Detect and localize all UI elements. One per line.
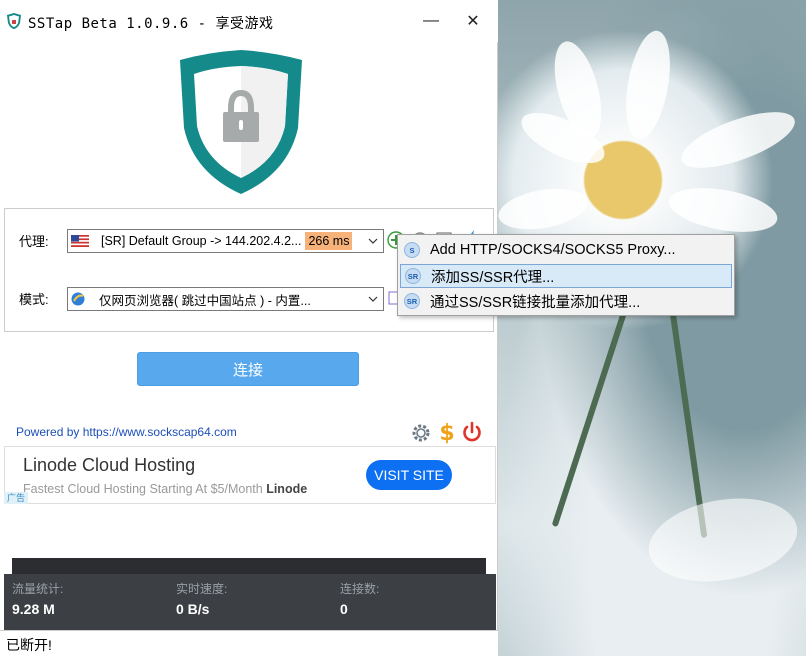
chevron-down-icon (368, 296, 378, 302)
proxy-s-icon: S (404, 242, 420, 258)
chevron-down-icon (368, 238, 378, 244)
powered-by-link[interactable]: Powered by https://www.sockscap64.com (16, 425, 237, 439)
title-bar[interactable]: SSTap Beta 1.0.9.6 - 享受游戏 — ✕ (0, 0, 498, 42)
menu-item-add-http-proxy[interactable]: S Add HTTP/SOCKS4/SOCKS5 Proxy... (400, 238, 732, 262)
shield-lock-logo (180, 50, 302, 194)
minimize-button[interactable]: — (408, 0, 454, 42)
mode-select[interactable]: 仅网页浏览器( 跳过中国站点 ) - 内置... (67, 287, 384, 311)
traffic-label: 流量统计: (12, 582, 64, 596)
ad-title: Linode Cloud Hosting (23, 455, 196, 475)
shield-app-icon (7, 13, 21, 29)
speed-label: 实时速度: (176, 582, 228, 596)
desktop-wallpaper (498, 0, 806, 656)
visit-site-button[interactable]: VISIT SITE (366, 460, 452, 490)
proxy-select[interactable]: [SR] Default Group -> 144.202.4.2... 266… (67, 229, 384, 253)
menu-item-batch-add-ssr[interactable]: SR 通过SS/SSR链接批量添加代理... (400, 289, 732, 313)
menu-item-label: 添加SS/SSR代理... (431, 269, 555, 286)
speed-value: 0 B/s (176, 601, 210, 617)
sstap-window: SSTap Beta 1.0.9.6 - 享受游戏 — ✕ 代理: [SR] D… (0, 0, 498, 656)
progress-strip (12, 558, 486, 574)
us-flag-icon (71, 235, 89, 247)
mode-label: 模式: (19, 292, 49, 307)
ssr-icon: SR (404, 293, 420, 309)
proxy-label: 代理: (19, 234, 49, 249)
ad-banner[interactable]: Linode Cloud Hosting Fastest Cloud Hosti… (4, 446, 496, 504)
add-proxy-context-menu: S Add HTTP/SOCKS4/SOCKS5 Proxy... SR 添加S… (397, 234, 735, 316)
ad-subtitle: Fastest Cloud Hosting Starting At $5/Mon… (23, 482, 307, 496)
connections-stat: 连接数: 0 (340, 580, 379, 617)
latency-badge: 266 ms (305, 232, 353, 250)
browser-globe-icon (71, 292, 85, 306)
close-button[interactable]: ✕ (450, 0, 496, 42)
window-title: SSTap Beta 1.0.9.6 - 享受游戏 (28, 16, 274, 32)
gear-icon[interactable] (410, 422, 432, 444)
dollar-icon[interactable]: $ (436, 420, 458, 444)
speed-stat: 实时速度: 0 B/s (176, 580, 227, 617)
connections-value: 0 (340, 601, 348, 617)
mode-selected-text: 仅网页浏览器( 跳过中国站点 ) - 内置... (99, 293, 311, 308)
status-bar: 已断开! (0, 630, 498, 656)
power-icon[interactable] (461, 421, 483, 443)
ssr-icon: SR (405, 268, 421, 284)
connect-button[interactable]: 连接 (137, 352, 359, 386)
proxy-selected-text: [SR] Default Group -> 144.202.4.2... (101, 234, 302, 248)
ad-brand: Linode (266, 482, 308, 496)
stats-panel: 流量统计: 9.28 M 实时速度: 0 B/s 连接数: 0 (4, 574, 496, 630)
menu-item-add-ssr-proxy[interactable]: SR 添加SS/SSR代理... (400, 264, 732, 288)
menu-item-label: Add HTTP/SOCKS4/SOCKS5 Proxy... (430, 242, 676, 258)
traffic-stat: 流量统计: 9.28 M (12, 580, 63, 617)
ad-tag: 广告 (4, 492, 28, 504)
ad-subtitle-text: Fastest Cloud Hosting Starting At $5/Mon… (23, 482, 263, 496)
menu-item-label: 通过SS/SSR链接批量添加代理... (430, 294, 641, 311)
status-text: 已断开! (6, 637, 52, 653)
svg-text:$: $ (439, 421, 454, 444)
traffic-value: 9.28 M (12, 601, 55, 617)
connections-label: 连接数: (340, 582, 380, 596)
